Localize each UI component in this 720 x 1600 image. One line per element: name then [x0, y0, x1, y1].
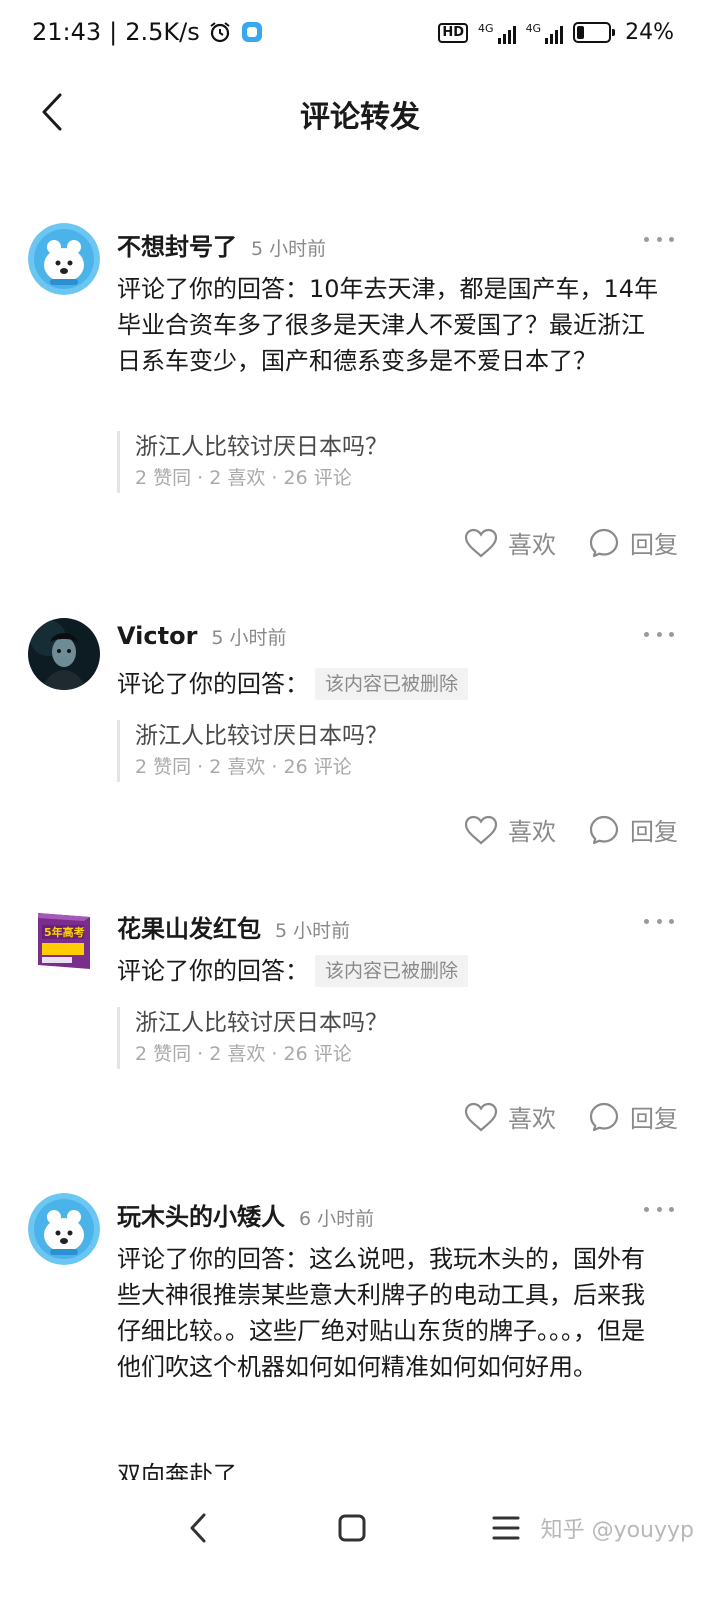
reply-button[interactable]: 回复: [588, 1099, 678, 1134]
nav-back-button[interactable]: [168, 1500, 228, 1556]
status-right: HD 4G 4G 24%: [438, 20, 674, 45]
question-stats: 2 赞同 · 2 喜欢 · 26 评论: [135, 1043, 352, 1065]
username[interactable]: 不想封号了 5 小时前: [117, 227, 326, 262]
reply-label: 回复: [630, 818, 678, 846]
username[interactable]: 花果山发红包 5 小时前: [117, 909, 350, 944]
username-text[interactable]: 玩木头的小矮人: [117, 1203, 285, 1231]
more-options-button[interactable]: [644, 229, 674, 249]
signal-icon-sim2: 4G: [526, 22, 564, 44]
comment-actions: 喜欢 回复: [464, 1099, 678, 1134]
battery-level: [577, 26, 585, 39]
question-stats: 2 赞同 · 2 喜欢 · 26 评论: [135, 467, 352, 489]
hd-voice-icon: HD: [438, 22, 469, 43]
deleted-content-badge: 该内容已被删除: [315, 668, 469, 700]
home-square-icon: [338, 1514, 366, 1542]
comment-bubble-icon: [589, 528, 619, 557]
back-chevron-icon: [190, 1513, 206, 1543]
dot-icon: [669, 1206, 674, 1212]
top-nav: 评论转发: [0, 72, 720, 152]
more-options-button[interactable]: [644, 911, 674, 931]
dot-icon: [656, 1206, 662, 1212]
dot-icon: [644, 1206, 649, 1212]
avatar-book-text: 5年高考: [44, 925, 85, 939]
like-button[interactable]: 喜欢: [464, 525, 556, 560]
battery-percent: 24%: [625, 20, 674, 45]
status-left: 21:43 | 2.5K/s: [32, 18, 264, 46]
menu-lines-icon: [492, 1516, 520, 1540]
signal-icon-sim1: 4G: [478, 22, 516, 44]
comment-time: 5 小时前: [251, 238, 327, 260]
comment-text[interactable]: 评论了你的回答：这么说吧，我玩木头的，国外有些大神很推崇某些意大利牌子的电动工具…: [117, 1241, 665, 1385]
comment-time: 5 小时前: [275, 920, 351, 942]
avatar[interactable]: [28, 618, 100, 690]
comment-actions: 喜欢 回复: [464, 812, 678, 847]
username[interactable]: 玩木头的小矮人 6 小时前: [117, 1197, 374, 1232]
network-speed: 2.5K/s: [125, 18, 200, 46]
battery-icon: [573, 22, 616, 43]
status-bar: 21:43 | 2.5K/s HD 4G 4G 24%: [0, 0, 720, 72]
comment-time: 5 小时前: [211, 627, 287, 649]
comment-prefix: 评论了你的回答：: [117, 957, 309, 985]
comment-bubble-icon: [589, 815, 619, 844]
username-text[interactable]: 不想封号了: [117, 233, 237, 261]
like-button[interactable]: 喜欢: [464, 812, 556, 847]
username-text[interactable]: 花果山发红包: [117, 915, 261, 943]
more-options-button[interactable]: [644, 1199, 674, 1219]
heart-icon: [464, 815, 498, 844]
watermark: 知乎 @youyyp: [540, 1518, 694, 1543]
app-notification-icon: [240, 20, 264, 44]
quoted-question[interactable]: 浙江人比较讨厌日本吗？ 2 赞同 · 2 喜欢 · 26 评论: [117, 1007, 675, 1069]
dot-icon: [669, 631, 674, 637]
like-label: 喜欢: [508, 1105, 556, 1133]
avatar[interactable]: [28, 223, 100, 295]
deleted-content-badge: 该内容已被删除: [315, 955, 469, 987]
reply-label: 回复: [630, 1105, 678, 1133]
nav-home-button[interactable]: [322, 1500, 382, 1556]
system-navigation-bar: 知乎 @youyyp: [0, 1480, 720, 1600]
like-button[interactable]: 喜欢: [464, 1099, 556, 1134]
comment-time: 6 小时前: [299, 1208, 375, 1230]
more-options-button[interactable]: [644, 624, 674, 644]
comment-bubble-icon: [589, 1102, 619, 1131]
reply-button[interactable]: 回复: [588, 525, 678, 560]
comment-prefix: 评论了你的回答：: [117, 275, 309, 303]
avatar[interactable]: 5年高考: [28, 905, 100, 977]
reply-button[interactable]: 回复: [588, 812, 678, 847]
dot-icon: [644, 236, 649, 242]
nav-menu-button[interactable]: [476, 1500, 536, 1556]
like-label: 喜欢: [508, 818, 556, 846]
question-title: 浙江人比较讨厌日本吗？: [135, 1010, 388, 1036]
status-time: 21:43: [32, 18, 102, 46]
comment-text[interactable]: 评论了你的回答：10年去天津，都是国产车，14年毕业合资车多了很多是天津人不爱国…: [117, 271, 665, 379]
comment-actions: 喜欢 回复: [464, 525, 678, 560]
dot-icon: [644, 631, 649, 637]
question-stats: 2 赞同 · 2 喜欢 · 26 评论: [135, 756, 352, 778]
dot-icon: [656, 918, 662, 924]
question-title: 浙江人比较讨厌日本吗？: [135, 434, 388, 460]
heart-icon: [464, 528, 498, 557]
dot-icon: [669, 918, 674, 924]
network-type-label: 4G: [525, 21, 542, 35]
comment-prefix: 评论了你的回答：: [117, 670, 309, 698]
status-divider: |: [109, 18, 118, 46]
comment-text[interactable]: 评论了你的回答： 该内容已被删除: [117, 666, 665, 702]
quoted-question[interactable]: 浙江人比较讨厌日本吗？ 2 赞同 · 2 喜欢 · 26 评论: [117, 431, 675, 493]
comment-prefix: 评论了你的回答：: [117, 1245, 309, 1273]
dot-icon: [656, 236, 662, 242]
dot-icon: [669, 236, 674, 242]
question-title: 浙江人比较讨厌日本吗？: [135, 723, 388, 749]
dot-icon: [656, 631, 662, 637]
reply-label: 回复: [630, 531, 678, 559]
heart-icon: [464, 1102, 498, 1131]
alarm-icon: [208, 20, 232, 44]
network-type-label: 4G: [478, 21, 494, 35]
page-title: 评论转发: [300, 100, 420, 135]
dot-icon: [644, 918, 649, 924]
comment-text[interactable]: 评论了你的回答： 该内容已被删除: [117, 953, 665, 989]
username[interactable]: Victor 5 小时前: [117, 622, 287, 650]
like-label: 喜欢: [508, 531, 556, 559]
quoted-question[interactable]: 浙江人比较讨厌日本吗？ 2 赞同 · 2 喜欢 · 26 评论: [117, 720, 675, 782]
avatar[interactable]: [28, 1193, 100, 1265]
username-text[interactable]: Victor: [117, 622, 197, 650]
